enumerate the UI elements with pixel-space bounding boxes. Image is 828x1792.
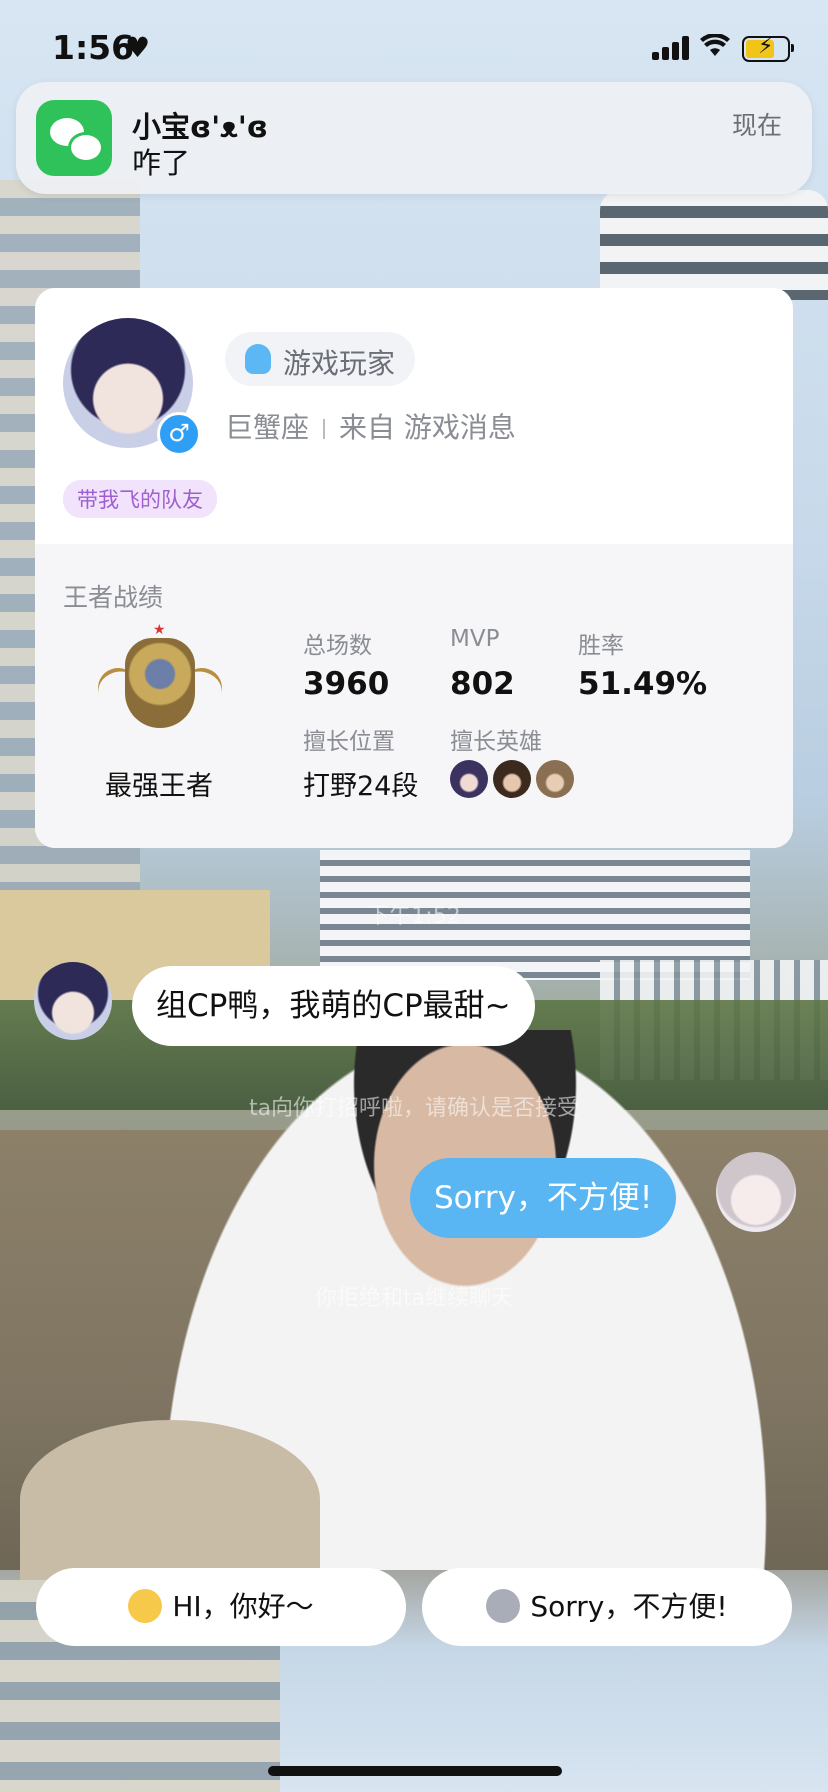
stats-section-title: 王者战绩 [63,583,164,612]
hero-avatar-2[interactable] [493,760,531,798]
sorry-reply-button[interactable]: Sorry，不方便! [422,1568,792,1646]
heart-icon: ♥ [125,31,151,64]
system-notice-declined: 你拒绝和ta继续聊天 [314,1286,514,1311]
rank-emblem-icon: ★ [92,622,228,738]
position-label: 擅长位置 [303,729,395,755]
player-tag-badge: 游戏玩家 [225,332,415,386]
hi-reply-label: HI，你好～ [172,1590,314,1623]
smile-emoji-icon [128,1589,163,1623]
qq-penguin-icon [245,344,271,374]
incoming-message-bubble: 组CP鸭，我萌的CP最甜~ [132,966,535,1046]
home-indicator[interactable] [268,1766,562,1776]
wechat-notification-banner[interactable]: 小宝ɞ'ᴥ'ɞ 咋了 现在 [16,82,812,194]
background-person-legs [20,1420,320,1580]
my-avatar[interactable] [716,1152,796,1232]
notification-message: 咋了 [132,146,191,180]
sorry-reply-label: Sorry，不方便! [530,1590,728,1623]
player-profile-card[interactable]: ♂ 游戏玩家 巨蟹座 来自 游戏消息 带我飞的队友 王者战绩 ★ 最强王者 总场数… [35,288,793,848]
status-time: 1:56 [52,28,135,67]
wifi-icon [700,32,730,65]
notification-time: 现在 [731,111,782,140]
profile-subline: 巨蟹座 来自 游戏消息 [225,406,516,446]
zodiac-label: 巨蟹座 [225,411,310,444]
status-bar: 1:56 ♥ ⚡ [0,0,828,80]
mvp-value: 802 [450,666,515,702]
heroes-label: 擅长英雄 [450,729,542,755]
winrate-value: 51.49% [578,666,708,702]
source-label: 来自 游戏消息 [339,411,516,444]
outgoing-message-bubble: Sorry，不方便! [410,1158,677,1238]
background-photo [0,0,828,1792]
frown-emoji-icon [486,1589,521,1623]
team-tag: 带我飞的队友 [63,480,217,518]
system-notice-greeting: ta向你打招呼啦，请确认是否接受 [248,1096,580,1121]
total-games-label: 总场数 [303,633,372,659]
winrate-label: 胜率 [578,633,624,659]
chat-timestamp: 下午1:52 [367,904,461,929]
rank-name: 最强王者 [105,771,213,802]
battery-charging-icon: ⚡ [742,34,794,62]
player-tag-label: 游戏玩家 [283,347,396,380]
hi-reply-button[interactable]: HI，你好～ [36,1568,406,1646]
mvp-label: MVP [450,626,500,652]
hero-avatar-1[interactable] [450,760,488,798]
separator-divider [323,419,326,439]
wechat-icon [36,100,112,176]
sender-avatar[interactable] [34,962,112,1040]
position-value: 打野24段 [303,771,419,802]
total-games-value: 3960 [303,666,390,702]
background-building-right [600,190,828,300]
male-gender-icon: ♂ [157,412,201,456]
hero-avatar-3[interactable] [536,760,574,798]
cellular-signal-icon [652,36,692,60]
